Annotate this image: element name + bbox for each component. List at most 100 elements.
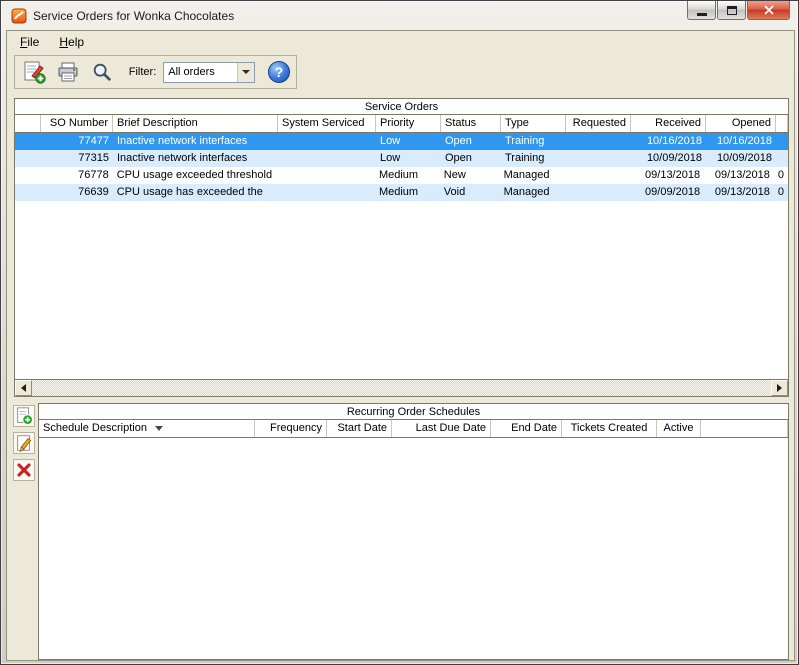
arrow-left-icon: [21, 384, 26, 392]
column-header[interactable]: Tickets Created: [562, 420, 657, 437]
cell: [277, 184, 375, 201]
add-schedule-button[interactable]: [13, 405, 35, 427]
scroll-left-button[interactable]: [15, 380, 32, 396]
column-header-label: End Date: [511, 422, 557, 434]
cell: [278, 150, 376, 167]
cell: 09/13/2018: [714, 169, 770, 181]
column-header[interactable]: Opened: [706, 115, 776, 132]
delete-schedule-button[interactable]: [13, 459, 35, 481]
recurring-header: Schedule Description Frequency Start Date L…: [39, 420, 788, 438]
column-header[interactable]: End Date: [491, 420, 562, 437]
column-header[interactable]: Type: [501, 115, 566, 132]
column-header[interactable]: [15, 115, 41, 132]
cell: New: [443, 169, 466, 181]
schedule-actions: [13, 405, 35, 481]
cell: [15, 184, 41, 201]
column-header-label: Type: [505, 117, 529, 129]
cell: 77315: [78, 152, 109, 164]
cell: [15, 167, 41, 184]
cell: [566, 150, 631, 167]
toolbar: Filter: All orders ?: [14, 55, 297, 89]
close-icon: [763, 5, 774, 15]
chevron-down-icon[interactable]: [237, 62, 255, 82]
column-header[interactable]: Priority: [376, 115, 441, 132]
column-header-label: Requested: [572, 117, 626, 129]
service-orders-table: Service Orders SO Number Brief Descriptio…: [14, 98, 789, 397]
column-header-label: Active: [663, 422, 694, 434]
service-order-row[interactable]: 76639 CPU usage has exceeded the Medium Voi…: [15, 184, 788, 201]
cell: Managed: [503, 169, 550, 181]
column-header[interactable]: Start Date: [327, 420, 392, 437]
client-area: File Help Filter: All orders ? Service O…: [6, 30, 795, 661]
column-header-label: Tickets Created: [570, 422, 648, 434]
cell: 09/13/2018: [714, 186, 770, 198]
filter-label: Filter:: [128, 66, 157, 78]
cell: 10/09/2018: [646, 152, 702, 164]
preview-button[interactable]: [89, 59, 116, 86]
cell: [278, 133, 376, 150]
recurring-title: Recurring Order Schedules: [39, 404, 788, 420]
column-header[interactable]: Status: [441, 115, 501, 132]
cell: Managed: [503, 186, 550, 198]
service-order-row[interactable]: 76778 CPU usage exceeded threshold Medium N…: [15, 167, 788, 184]
column-header-label: Brief Description: [117, 117, 198, 129]
column-header[interactable]: Received: [631, 115, 706, 132]
cell: 10/09/2018: [716, 152, 772, 164]
cell: CPU usage exceeded threshold: [116, 169, 273, 181]
cell: Training: [505, 135, 545, 147]
cell: [277, 167, 375, 184]
cell: Void: [443, 186, 466, 198]
help-button[interactable]: ?: [268, 61, 290, 83]
filter-dropdown[interactable]: All orders: [163, 61, 256, 83]
column-header-label: System Serviced: [282, 117, 365, 129]
column-header[interactable]: Requested: [566, 115, 631, 132]
cell: 0: [777, 169, 785, 181]
column-header[interactable]: SO Number: [41, 115, 113, 132]
service-order-row[interactable]: 77477 Inactive network interfaces Low Open T…: [15, 133, 788, 150]
column-header[interactable]: Active: [657, 420, 701, 437]
edit-schedule-button[interactable]: [13, 432, 35, 454]
cell: Training: [505, 152, 545, 164]
column-header[interactable]: [776, 115, 788, 132]
cell: 76778: [78, 169, 109, 181]
cell: Open: [445, 152, 472, 164]
cell: Low: [380, 135, 401, 147]
new-service-order-button[interactable]: [21, 59, 48, 86]
column-header[interactable]: Schedule Description: [39, 420, 255, 437]
printer-icon: [58, 62, 78, 82]
arrow-right-icon: [777, 384, 782, 392]
recurring-body: [39, 438, 788, 658]
title-bar[interactable]: Service Orders for Wonka Chocolates: [1, 1, 798, 30]
minimize-button[interactable]: [687, 1, 716, 20]
cell: Medium: [378, 169, 419, 181]
cell: [15, 150, 41, 167]
horizontal-scrollbar[interactable]: [15, 379, 788, 396]
column-header[interactable]: [701, 420, 788, 437]
column-header-label: Last Due Date: [415, 422, 486, 434]
app-window: Service Orders for Wonka Chocolates File…: [0, 0, 799, 665]
service-orders-title: Service Orders: [15, 99, 788, 115]
column-header-label: Priority: [380, 117, 415, 129]
column-header[interactable]: Brief Description: [113, 115, 278, 132]
service-order-row[interactable]: 77315 Inactive network interfaces Low Open T…: [15, 150, 788, 167]
filter-value: All orders: [168, 65, 215, 78]
cell: [564, 167, 629, 184]
column-header[interactable]: System Serviced: [278, 115, 376, 132]
cell: 10/16/2018: [716, 135, 772, 147]
order-form-icon: [24, 61, 47, 84]
scroll-right-button[interactable]: [771, 380, 788, 396]
scrollbar-track[interactable]: [32, 380, 771, 396]
window-title: Service Orders for Wonka Chocolates: [33, 8, 235, 23]
print-button[interactable]: [55, 59, 82, 86]
menu-help[interactable]: Help: [53, 33, 90, 51]
cell: 77477: [78, 135, 109, 147]
menu-bar: File Help: [7, 31, 794, 53]
recurring-schedules-table: Recurring Order Schedules Schedule Descr…: [38, 403, 789, 660]
close-button[interactable]: [747, 1, 790, 20]
column-header[interactable]: Frequency: [255, 420, 327, 437]
maximize-button[interactable]: [717, 1, 746, 20]
app-icon: [11, 8, 27, 24]
menu-file[interactable]: File: [14, 33, 45, 51]
minimize-icon: [696, 12, 707, 16]
column-header[interactable]: Last Due Date: [392, 420, 491, 437]
